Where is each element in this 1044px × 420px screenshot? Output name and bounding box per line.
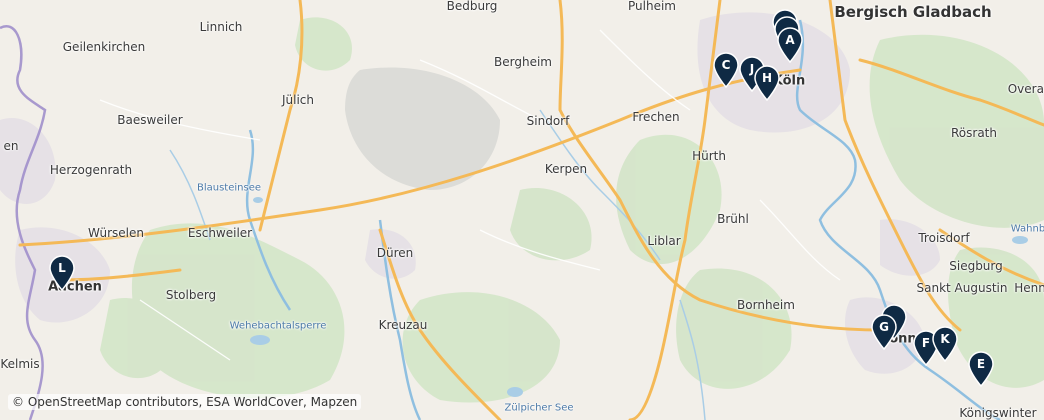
place-label-baesweiler: Baesweiler <box>117 113 183 127</box>
place-label-sankt-augustin: Sankt Augustin <box>916 281 1008 295</box>
place-label-bergisch-gladbach: Bergisch Gladbach <box>834 3 992 21</box>
map-canvas[interactable]: Bergisch Gladbach Bedburg Pulheim Linnic… <box>0 0 1044 420</box>
place-label-wehebachtalsperre: Wehebachtalsperre <box>229 320 327 332</box>
map-marker-h[interactable]: H <box>753 65 781 101</box>
marker-letter: L <box>58 261 66 275</box>
place-label-wahnbach: Wahnb <box>1010 223 1044 235</box>
place-label-bruhl: Brühl <box>717 212 749 226</box>
place-label-overath: Overath <box>1007 82 1044 96</box>
place-label-rosrath: Rösrath <box>951 126 997 140</box>
map-marker-c[interactable]: C <box>712 52 740 88</box>
place-label-julich: Jülich <box>281 93 315 107</box>
place-label-kelmis: Kelmis <box>0 357 40 371</box>
place-label-bergheim: Bergheim <box>494 55 552 69</box>
marker-letter: A <box>785 33 795 47</box>
place-label-blausteinsee: Blausteinsee <box>196 182 262 194</box>
place-label-bornheim: Bornheim <box>737 298 795 312</box>
place-label-frechen: Frechen <box>632 110 680 124</box>
place-label-hennef: Henn <box>1014 281 1044 295</box>
place-label-liblar: Liblar <box>647 234 681 248</box>
place-label-duren: Düren <box>376 246 414 260</box>
place-label-geilenkirchen: Geilenkirchen <box>62 40 146 54</box>
place-label-hurth: Hürth <box>692 149 726 163</box>
marker-letter: G <box>879 320 889 334</box>
place-label-stolberg: Stolberg <box>165 288 217 302</box>
marker-letter: C <box>721 58 731 72</box>
place-label-herzogenrath: Herzogenrath <box>49 163 133 177</box>
place-label-konigswinter: Königswinter <box>959 406 1037 420</box>
map-marker-k[interactable]: K <box>931 326 959 362</box>
place-label-troisdorf: Troisdorf <box>918 231 970 245</box>
marker-letter: K <box>940 332 950 346</box>
place-label-linnich: Linnich <box>199 20 243 34</box>
place-label-wurselen: Würselen <box>88 226 144 240</box>
marker-letter: E <box>976 357 986 371</box>
map-attribution: © OpenStreetMap contributors, ESA WorldC… <box>8 394 362 410</box>
place-label-zulpicher-see: Zülpicher See <box>504 402 574 414</box>
place-label-sindorf: Sindorf <box>526 114 570 128</box>
place-label-partial-en: en <box>3 139 19 153</box>
map-marker-a[interactable]: A <box>776 27 804 63</box>
map-marker-g[interactable]: G <box>870 314 898 350</box>
place-label-eschweiler: Eschweiler <box>187 226 253 240</box>
place-label-kerpen: Kerpen <box>544 162 588 176</box>
marker-letter: H <box>761 71 773 85</box>
map-marker-e[interactable]: E <box>967 351 995 387</box>
place-label-kreuzau: Kreuzau <box>378 318 428 332</box>
map-marker-l[interactable]: L <box>48 255 76 291</box>
place-label-pulheim: Pulheim <box>628 0 676 13</box>
place-label-bedburg: Bedburg <box>446 0 498 13</box>
place-label-siegburg: Siegburg <box>949 259 1003 273</box>
